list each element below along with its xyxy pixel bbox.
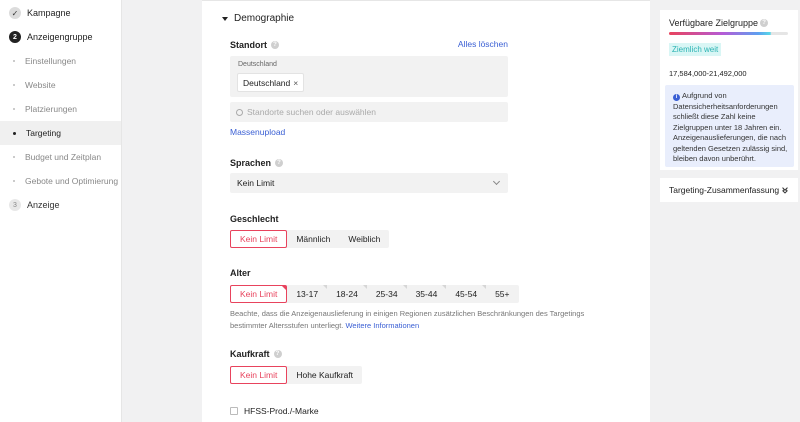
age-segmented-control: Kein Limit 13-17 18-24 25-34 35-44 45-54… [230, 285, 519, 303]
section-title: Demographie [234, 13, 295, 24]
help-icon[interactable]: ? [273, 350, 282, 358]
clear-all-link[interactable]: Alles löschen [458, 39, 508, 49]
bulk-upload-link[interactable]: Massenupload [230, 127, 285, 137]
step-anzeige[interactable]: 3 Anzeige [0, 193, 121, 217]
kaufkraft-label-text: Kaufkraft [230, 349, 270, 359]
summary-title-text: Targeting-Zusammenfassung [669, 185, 780, 195]
dot-icon [13, 84, 15, 86]
age-option-35-44[interactable]: 35-44 [407, 285, 447, 303]
sidebar-nav: ✓ Kampagne 2 Anzeigengruppe Einstellunge… [0, 0, 122, 422]
audience-title-text: Verfügbare Zielgruppe [669, 18, 759, 28]
step-number-icon: 3 [9, 199, 21, 211]
step-label: Anzeige [27, 200, 60, 210]
dot-icon [13, 156, 15, 158]
sidebar-item-targeting[interactable]: Targeting [0, 121, 121, 145]
kaufkraft-option-kein-limit[interactable]: Kein Limit [230, 366, 288, 384]
standort-label-text: Standort [230, 40, 267, 50]
help-icon[interactable]: ? [275, 159, 284, 167]
kaufkraft-label: Kaufkraft ? [230, 349, 282, 359]
step-label: Anzeigengruppe [27, 32, 93, 42]
targeting-summary-card[interactable]: Targeting-Zusammenfassung [660, 178, 798, 202]
sidebar-item-label: Website [25, 80, 56, 90]
alter-label: Alter [230, 268, 251, 278]
gender-segmented-control: Kein Limit Männlich Weiblich [230, 230, 390, 248]
info-box: i Aufgrund von Datensicherheitsanforderun… [665, 85, 794, 167]
sprachen-label: Sprachen ? [230, 158, 284, 168]
dot-icon [13, 108, 15, 110]
sidebar-item-label: Gebote und Optimierung [25, 176, 119, 186]
chevron-down-icon [492, 177, 501, 186]
age-option-18-24[interactable]: 18-24 [327, 285, 367, 303]
sidebar-item-budget[interactable]: Budget und Zeitplan [0, 145, 121, 169]
remove-icon[interactable]: × [293, 78, 298, 88]
step-number-icon: 2 [9, 31, 21, 43]
language-select[interactable]: Kein Limit [230, 173, 508, 193]
audience-meter [669, 32, 788, 35]
dot-icon [13, 180, 15, 182]
sidebar-item-website[interactable]: Website [0, 73, 121, 97]
geschlecht-label: Geschlecht [230, 214, 279, 224]
step-label: Kampagne [27, 8, 71, 18]
location-chip: Deutschland × [237, 73, 305, 92]
sidebar-item-label: Einstellungen [25, 56, 77, 66]
location-group-label: Deutschland [238, 61, 277, 68]
hfss-label: HFSS-Prod./-Marke [244, 406, 319, 416]
language-select-value: Kein Limit [237, 178, 275, 188]
hfss-checkbox[interactable] [230, 407, 238, 415]
age-option-25-34[interactable]: 25-34 [367, 285, 407, 303]
audience-size-card: Verfügbare Zielgruppe ? Ziemlich weit 17… [660, 10, 798, 170]
targeting-form: Demographie Standort ? Alles löschen Deu… [202, 0, 650, 422]
kaufkraft-option-hohe-kaufkraft[interactable]: Hohe Kaufkraft [287, 366, 362, 384]
gender-option-maennlich[interactable]: Männlich [287, 230, 339, 248]
step-anzeigengruppe[interactable]: 2 Anzeigengruppe [0, 25, 121, 49]
search-icon [236, 108, 243, 116]
double-chevron-down-icon [782, 185, 788, 191]
step-kampagne[interactable]: ✓ Kampagne [0, 1, 121, 25]
sidebar-item-label: Targeting [26, 128, 61, 138]
age-option-kein-limit[interactable]: Kein Limit [230, 285, 288, 303]
location-search-input[interactable]: Standorte suchen oder auswählen [230, 102, 508, 122]
purchasing-power-segmented-control: Kein Limit Hohe Kaufkraft [230, 366, 363, 384]
age-option-45-54[interactable]: 45-54 [446, 285, 486, 303]
sidebar-item-gebote[interactable]: Gebote und Optimierung [0, 169, 121, 193]
more-info-link[interactable]: Weitere Informationen [345, 321, 419, 330]
standort-label: Standort ? [230, 40, 279, 50]
hfss-checkbox-row[interactable]: HFSS-Prod./-Marke [230, 406, 319, 416]
location-selection-box: Deutschland Deutschland × [230, 56, 508, 97]
section-demographie-header[interactable]: Demographie [222, 13, 294, 24]
sidebar-item-einstellungen[interactable]: Einstellungen [0, 49, 121, 73]
sidebar-item-platzierungen[interactable]: Platzierungen [0, 97, 121, 121]
age-option-55-plus[interactable]: 55+ [486, 285, 518, 303]
gender-option-weiblich[interactable]: Weiblich [339, 230, 389, 248]
audience-range: 17,584,000-21,492,000 [669, 69, 747, 78]
sidebar-item-label: Budget und Zeitplan [25, 152, 102, 162]
age-option-13-17[interactable]: 13-17 [287, 285, 327, 303]
check-icon: ✓ [9, 7, 21, 19]
audience-title: Verfügbare Zielgruppe ? [669, 18, 769, 28]
dot-icon [13, 60, 15, 62]
gender-option-kein-limit[interactable]: Kein Limit [230, 230, 288, 248]
help-icon[interactable]: ? [760, 19, 769, 27]
search-placeholder: Standorte suchen oder auswählen [247, 107, 377, 117]
info-icon: i [673, 94, 680, 101]
caret-down-icon [222, 16, 228, 21]
info-text: Aufgrund von Datensicherheitsanforderung… [673, 91, 788, 163]
dot-icon [13, 131, 16, 135]
targeting-summary-header[interactable]: Targeting-Zusammenfassung [669, 185, 788, 195]
sidebar-item-label: Platzierungen [25, 104, 77, 114]
chip-label: Deutschland [243, 77, 291, 88]
sprachen-label-text: Sprachen [230, 158, 272, 168]
help-icon[interactable]: ? [271, 41, 279, 49]
audience-breadth-badge: Ziemlich weit [669, 43, 722, 56]
age-note: Beachte, dass die Anzeigenauslieferung i… [230, 308, 620, 332]
